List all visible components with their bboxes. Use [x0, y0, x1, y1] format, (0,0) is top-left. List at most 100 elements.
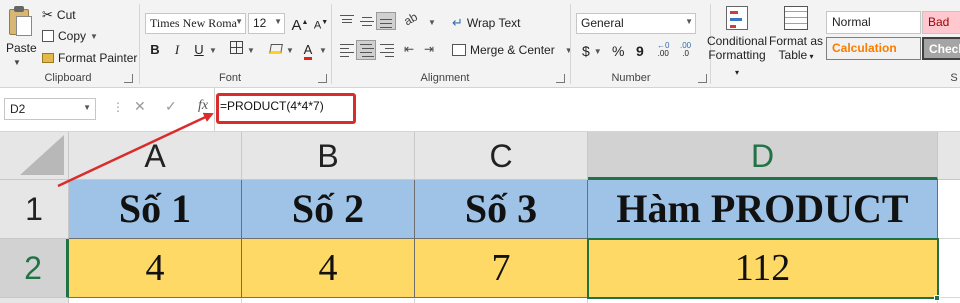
decrease-decimal-label: .0 — [682, 49, 689, 58]
font-name-combo[interactable]: Times New Roma ▼ — [145, 13, 246, 34]
decrease-decimal-button[interactable]: .00.0 — [680, 42, 691, 58]
font-color-button[interactable]: A — [298, 40, 318, 60]
style-calculation[interactable]: Calculation — [826, 37, 921, 60]
number-format-combo[interactable]: General ▼ — [576, 13, 696, 34]
bottom-align-button[interactable] — [376, 12, 396, 30]
cell-d1[interactable]: Hàm PRODUCT — [588, 180, 938, 239]
cell-b1[interactable]: Số 2 — [242, 180, 415, 239]
row-header-3[interactable] — [0, 298, 69, 303]
column-header-a[interactable]: A — [69, 132, 242, 180]
merge-cells-icon — [452, 44, 466, 56]
clipboard-dialog-launcher[interactable] — [124, 74, 133, 83]
paint-bucket-icon — [269, 44, 283, 54]
chevron-down-icon[interactable]: ▼ — [90, 32, 98, 41]
borders-button[interactable] — [226, 40, 246, 60]
align-right-button[interactable] — [378, 42, 396, 58]
font-size-combo[interactable]: 12 ▼ — [248, 13, 285, 34]
column-header-c[interactable]: C — [415, 132, 588, 180]
style-bad-label: Bad — [928, 15, 950, 29]
currency-button[interactable]: $ ▼ — [582, 43, 602, 59]
chevron-down-icon[interactable]: ▼ — [209, 46, 217, 55]
formula-bar-grip-icon: ⋮ — [112, 100, 124, 114]
increase-indent-button[interactable]: ⇥ — [424, 42, 434, 56]
grow-font-button[interactable]: A▲ — [290, 13, 310, 34]
percent-button[interactable]: % — [612, 43, 624, 59]
top-align-button[interactable] — [338, 13, 356, 29]
column-header-e[interactable] — [938, 132, 960, 180]
copy-icon — [42, 30, 54, 42]
font-size-value: 12 — [253, 16, 267, 30]
cell-e2[interactable] — [938, 239, 960, 298]
bold-button[interactable]: B — [145, 40, 165, 60]
cell-b3[interactable] — [242, 298, 415, 303]
name-box[interactable]: D2 ▼ — [4, 98, 96, 120]
group-divider — [331, 4, 332, 84]
format-as-table-icon — [784, 6, 808, 30]
cut-button[interactable]: ✂ Cut — [42, 7, 76, 23]
format-as-table-button[interactable]: Format as Table ▾ — [768, 6, 824, 64]
paste-icon — [6, 4, 34, 38]
shrink-font-button[interactable]: A▼ — [311, 13, 331, 33]
chevron-down-icon[interactable]: ▼ — [286, 46, 294, 55]
chevron-down-icon: ▼ — [685, 17, 693, 26]
merge-center-label: Merge & Center — [470, 43, 555, 57]
cell-c1[interactable]: Số 3 — [415, 180, 588, 239]
comma-style-button[interactable]: 9 — [636, 43, 644, 59]
row-header-2[interactable]: 2 — [0, 239, 69, 298]
cell-a3[interactable] — [69, 298, 242, 303]
cell-c2[interactable]: 7 — [415, 239, 588, 298]
paintbrush-icon — [42, 53, 54, 63]
column-header-d[interactable]: D — [588, 132, 938, 180]
paste-label: Paste — [6, 41, 37, 55]
cell-a1[interactable]: Số 1 — [69, 180, 242, 239]
wrap-text-button[interactable]: ↵ Wrap Text — [452, 15, 520, 31]
align-left-button[interactable] — [338, 42, 356, 58]
orientation-button[interactable]: ab — [401, 10, 420, 29]
chevron-down-icon[interactable]: ▼ — [428, 18, 436, 27]
column-header-b[interactable]: B — [242, 132, 415, 180]
underline-button[interactable]: U — [189, 40, 209, 60]
style-check[interactable]: Check — [922, 37, 960, 60]
number-group-label: Number — [611, 72, 651, 84]
font-dialog-launcher[interactable] — [318, 74, 327, 83]
insert-function-icon[interactable]: fx — [198, 98, 208, 114]
format-painter-label: Format Painter — [58, 51, 138, 65]
conditional-formatting-button[interactable]: Conditional Formatting ▾ — [706, 6, 768, 80]
merge-center-button[interactable]: Merge & Center ▼ — [452, 43, 573, 57]
cell-a2[interactable]: 4 — [69, 239, 242, 298]
select-all-button[interactable] — [0, 132, 69, 180]
alignment-group-label: Alignment — [420, 72, 470, 84]
alignment-dialog-launcher[interactable] — [556, 74, 565, 83]
conditional-formatting-label-2: Formatting — [708, 48, 766, 62]
enter-icon[interactable]: ✓ — [165, 98, 177, 115]
copy-button[interactable]: Copy ▼ — [42, 29, 98, 43]
style-bad[interactable]: Bad — [922, 11, 960, 34]
cell-c3[interactable] — [415, 298, 588, 303]
bold-label: B — [150, 42, 160, 57]
cell-e1[interactable] — [938, 180, 960, 239]
style-normal[interactable]: Normal — [826, 11, 921, 34]
chevron-down-icon[interactable]: ▼ — [319, 46, 327, 55]
cell-b2[interactable]: 4 — [242, 239, 415, 298]
increase-decimal-button[interactable]: ←0.00 — [657, 42, 669, 58]
fill-color-button[interactable] — [266, 40, 286, 60]
align-center-button[interactable] — [356, 40, 376, 60]
row-header-1[interactable]: 1 — [0, 180, 69, 239]
number-format-value: General — [581, 16, 624, 30]
increase-decimal-label: .00 — [657, 49, 669, 58]
decrease-indent-button[interactable]: ⇤ — [404, 42, 414, 56]
format-as-table-label-2: Table — [778, 48, 808, 62]
italic-label: I — [174, 42, 180, 57]
chevron-down-icon[interactable]: ▼ — [565, 46, 573, 55]
fill-handle[interactable] — [934, 295, 940, 301]
chevron-down-icon[interactable]: ▼ — [594, 47, 602, 56]
middle-align-button[interactable] — [358, 13, 376, 29]
italic-button[interactable]: I — [167, 40, 187, 60]
chevron-down-icon[interactable]: ▼ — [247, 46, 255, 55]
cancel-icon[interactable]: ✕ — [134, 98, 146, 115]
comma-label: 9 — [636, 43, 644, 59]
chevron-down-icon: ▼ — [13, 58, 21, 67]
font-name-value: Times New Roma — [150, 16, 237, 30]
format-painter-button[interactable]: Format Painter — [42, 51, 137, 65]
grow-font-label: A — [291, 17, 302, 34]
